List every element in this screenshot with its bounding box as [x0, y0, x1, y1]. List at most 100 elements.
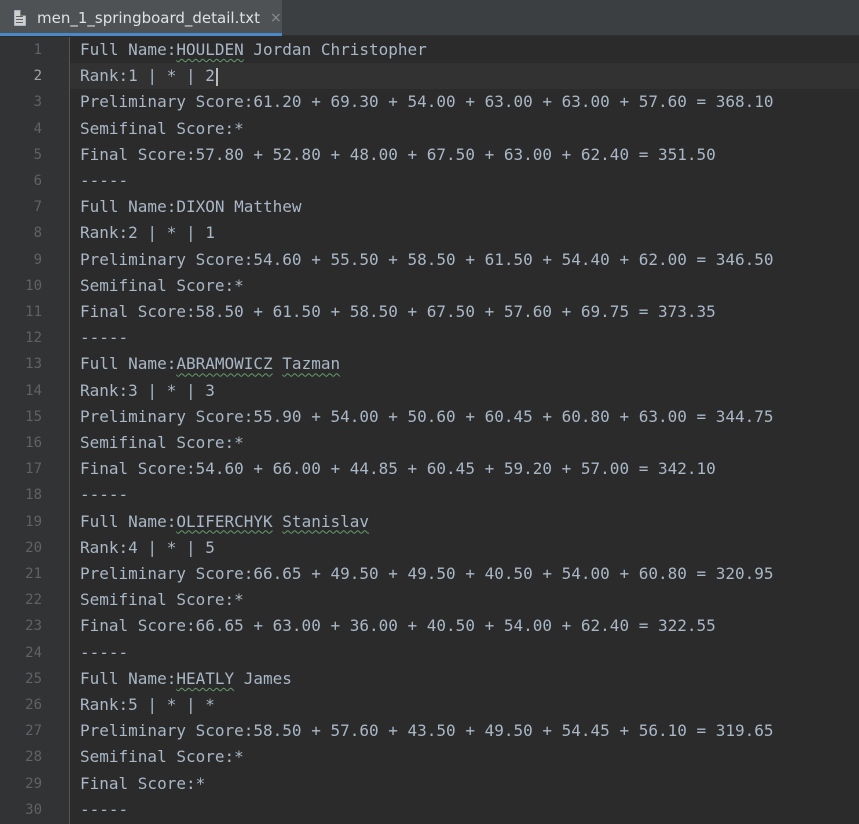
code-line[interactable]: Rank:4 | * | 5	[80, 535, 215, 561]
code-line[interactable]: Rank:5 | * | *	[80, 692, 215, 718]
code-line[interactable]: Preliminary Score:55.90 + 54.00 + 50.60 …	[80, 404, 774, 430]
code-text: Semifinal Score:*	[80, 433, 244, 452]
code-line[interactable]: Full Name:HEATLY James	[80, 666, 292, 692]
code-text: Semifinal Score:*	[80, 747, 244, 767]
line-number: 29	[25, 775, 42, 792]
line-number: 25	[25, 670, 42, 687]
line-number: 13	[25, 356, 42, 373]
text-caret	[215, 67, 218, 86]
code-line[interactable]: Preliminary Score:54.60 + 55.50 + 58.50 …	[80, 247, 774, 273]
code-text: Preliminary Score:58.50 + 57.60 + 43.50 …	[80, 721, 774, 741]
code-line[interactable]: -----	[80, 797, 128, 823]
code-line[interactable]: -----	[80, 168, 128, 194]
code-text: Full Name:	[80, 354, 177, 374]
close-icon[interactable]: ×	[270, 10, 282, 26]
code-text: Preliminary Score:66.65 + 49.50 + 49.50 …	[80, 564, 774, 583]
code-text: Rank:3 | * | 3	[80, 380, 215, 400]
line-number: 7	[33, 199, 42, 216]
code-line[interactable]: -----	[80, 640, 128, 666]
code-line[interactable]: -----	[80, 325, 128, 351]
code-text: Full Name:DIXON Matthew	[80, 197, 302, 217]
code-line[interactable]: Semifinal Score:*	[80, 116, 244, 142]
spell-check-word: ABRAMOWICZ	[176, 354, 273, 374]
code-line[interactable]: Preliminary Score:66.65 + 49.50 + 49.50 …	[80, 561, 774, 587]
code-line[interactable]: Final Score:66.65 + 63.00 + 36.00 + 40.5…	[80, 613, 716, 639]
line-number: 1	[33, 42, 42, 58]
code-text: Rank:2 | * | 1	[80, 223, 215, 243]
code-line[interactable]: Rank:2 | * | 1	[80, 220, 215, 246]
code-line[interactable]: Full Name:ABRAMOWICZ Tazman	[80, 351, 340, 377]
line-number: 28	[25, 749, 42, 766]
line-number: 27	[25, 723, 42, 740]
code-text: Rank:4 | * | 5	[80, 537, 215, 557]
spell-check-word: Tazman	[282, 354, 341, 374]
line-number: 11	[25, 304, 42, 320]
line-number: 19	[25, 513, 42, 530]
code-text: Rank:1 | * | 2	[80, 66, 215, 86]
code-text: -----	[80, 642, 129, 662]
code-line[interactable]: Final Score:54.60 + 66.00 + 44.85 + 60.4…	[80, 456, 716, 482]
code-line[interactable]: Semifinal Score:*	[80, 273, 244, 299]
text-editor[interactable]: 1 2 3 4 5 6 7 8 9 10 11 12 13 14 15 16 17 18 19 20 21 22 23 24 2…	[0, 37, 859, 824]
code-line[interactable]: Final Score:58.50 + 61.50 + 58.50 + 67.5…	[80, 299, 716, 325]
code-text: Final Score:57.80 + 52.80 + 48.00 + 67.5…	[80, 144, 716, 164]
line-number: 20	[25, 539, 42, 556]
line-number: 18	[25, 487, 42, 504]
code-text: Semifinal Score:*	[80, 118, 244, 138]
code-text: Semifinal Score:*	[80, 590, 244, 610]
code-text: Preliminary Score:55.90 + 54.00 + 50.60 …	[80, 406, 774, 426]
file-tab-title: men_1_springboard_detail.txt	[37, 9, 260, 27]
line-number: 5	[33, 146, 42, 163]
code-text: Final Score:66.65 + 63.00 + 36.00 + 40.5…	[80, 616, 716, 636]
code-line[interactable]: Preliminary Score:61.20 + 69.30 + 54.00 …	[80, 89, 774, 115]
code-line[interactable]: Final Score:*	[80, 771, 205, 797]
code-line[interactable]: Full Name:OLIFERCHYK Stanislav	[80, 509, 369, 535]
code-line[interactable]: Semifinal Score:*	[80, 430, 244, 456]
spell-check-word: Stanislav	[282, 511, 369, 531]
file-tab[interactable]: men_1_springboard_detail.txt ×	[0, 0, 282, 36]
line-number: 9	[33, 251, 42, 268]
line-number: 22	[25, 592, 42, 609]
spell-check-word: HEATLY	[176, 668, 235, 688]
code-text: -----	[80, 799, 129, 819]
line-number: 4	[33, 120, 42, 137]
code-line[interactable]: Semifinal Score:*	[80, 587, 244, 613]
line-number: 15	[25, 408, 42, 425]
line-number: 17	[25, 461, 42, 478]
code-text: Semifinal Score:*	[80, 275, 244, 295]
code-text: Final Score:*	[80, 773, 206, 793]
line-number: 14	[25, 382, 42, 399]
code-text: -----	[80, 328, 129, 348]
line-number: 2	[33, 68, 42, 85]
line-number: 24	[25, 644, 42, 661]
editor-tab-bar: men_1_springboard_detail.txt ×	[0, 0, 859, 36]
code-line[interactable]: Rank:1 | * | 2	[80, 63, 218, 89]
code-text: Full Name:	[80, 40, 177, 59]
code-text: Rank:5 | * | *	[80, 695, 215, 714]
line-number: 16	[25, 435, 42, 451]
code-text: Jordan Christopher	[243, 40, 427, 59]
code-text: -----	[80, 171, 129, 190]
code-text: Full Name:	[80, 668, 177, 688]
code-text: Final Score:58.50 + 61.50 + 58.50 + 67.5…	[80, 302, 716, 321]
code-line[interactable]: Semifinal Score:*	[80, 744, 244, 770]
line-number: 23	[25, 618, 42, 635]
line-number: 8	[33, 225, 42, 242]
code-line[interactable]: Full Name:DIXON Matthew	[80, 194, 302, 220]
code-line[interactable]: Rank:3 | * | 3	[80, 378, 215, 404]
code-text: -----	[80, 485, 129, 505]
line-number: 6	[33, 173, 42, 189]
spell-check-word: HOULDEN	[176, 40, 244, 59]
code-line[interactable]: Full Name:HOULDEN Jordan Christopher	[80, 37, 427, 63]
line-number-gutter[interactable]: 1 2 3 4 5 6 7 8 9 10 11 12 13 14 15 16 17 18 19 20 21 22 23 24 2…	[0, 37, 70, 824]
code-line[interactable]: Final Score:57.80 + 52.80 + 48.00 + 67.5…	[80, 142, 716, 168]
spell-check-word: OLIFERCHYK	[176, 511, 273, 531]
code-line[interactable]: Preliminary Score:58.50 + 57.60 + 43.50 …	[80, 718, 774, 744]
line-number: 26	[25, 697, 42, 713]
code-line[interactable]: -----	[80, 482, 128, 508]
code-text: James	[234, 668, 292, 688]
code-text: Final Score:54.60 + 66.00 + 44.85 + 60.4…	[80, 459, 716, 479]
line-number: 30	[25, 801, 42, 818]
